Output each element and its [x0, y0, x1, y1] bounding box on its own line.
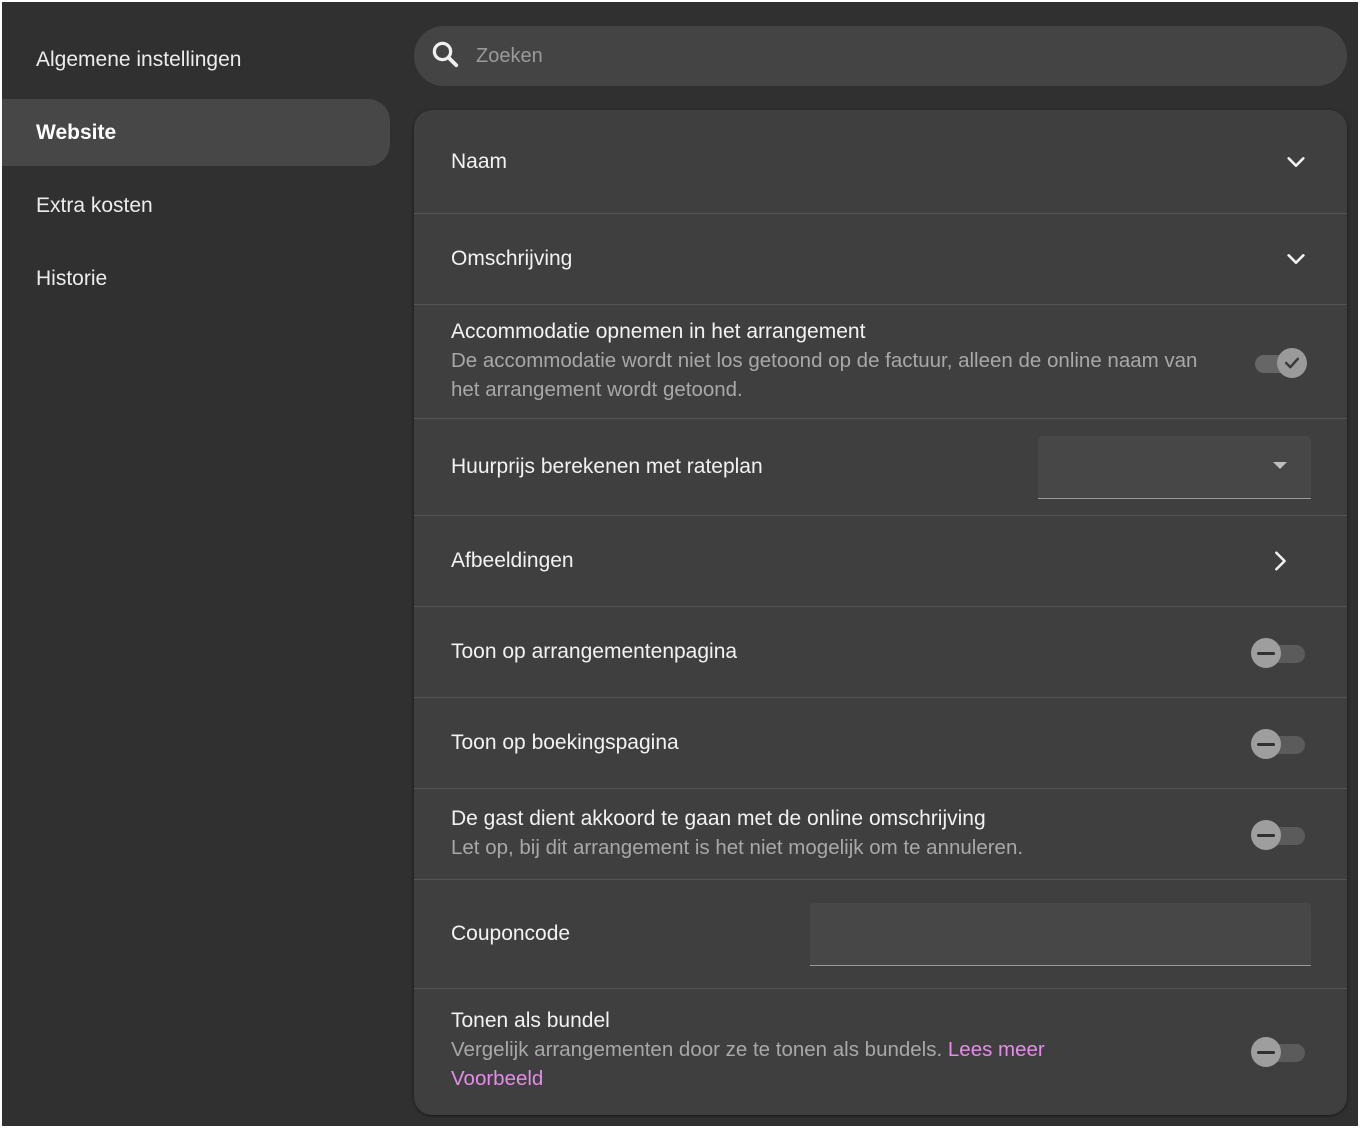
setting-omschrijving[interactable]: Omschrijving	[414, 214, 1347, 305]
sidebar-item-website[interactable]: Website	[2, 99, 390, 166]
rateplan-select[interactable]	[1038, 435, 1311, 499]
lees-meer-link[interactable]: Lees meer	[948, 1038, 1045, 1061]
sidebar-item-label: Historie	[36, 266, 108, 290]
setting-title: Naam	[451, 149, 508, 173]
setting-akkoord: De gast dient akkoord te gaan met de onl…	[414, 789, 1347, 880]
setting-text: Tonen als bundel Vergelijk arrangementen…	[451, 1009, 1045, 1093]
setting-huurprijs: Huurprijs berekenen met rateplan	[414, 419, 1347, 516]
app-window: Algemene instellingen Website Extra kost…	[2, 2, 1358, 1126]
setting-description: Vergelijk arrangementen door ze te tonen…	[451, 1035, 1045, 1093]
boekingspagina-toggle[interactable]	[1251, 728, 1307, 759]
minus-icon	[1257, 1050, 1275, 1054]
setting-accommodatie: Accommodatie opnemen in het arrangement …	[414, 305, 1347, 419]
setting-text: De gast dient akkoord te gaan met de onl…	[451, 807, 1023, 862]
setting-title: De gast dient akkoord te gaan met de onl…	[451, 806, 986, 830]
minus-icon	[1257, 742, 1275, 746]
chevron-right-icon[interactable]	[1269, 550, 1291, 572]
arrangementenpagina-toggle[interactable]	[1251, 637, 1307, 668]
setting-description: Let op, bij dit arrangement is het niet …	[451, 835, 1024, 859]
setting-bundel: Tonen als bundel Vergelijk arrangementen…	[414, 989, 1347, 1113]
search-bar	[414, 26, 1347, 86]
setting-naam[interactable]: Naam	[414, 110, 1347, 214]
chevron-down-icon[interactable]	[1285, 151, 1307, 173]
setting-couponcode: Couponcode	[414, 880, 1347, 989]
accommodatie-toggle[interactable]	[1251, 347, 1307, 378]
voorbeeld-link[interactable]: Voorbeeld	[451, 1067, 543, 1090]
bundel-description-text: Vergelijk arrangementen door ze te tonen…	[451, 1038, 943, 1061]
toggle-knob	[1251, 638, 1281, 668]
setting-title: Huurprijs berekenen met rateplan	[451, 455, 763, 478]
minus-icon	[1257, 651, 1275, 655]
setting-title: Omschrijving	[451, 247, 573, 270]
setting-boekingspagina: Toon op boekingspagina	[414, 698, 1347, 789]
bundel-toggle[interactable]	[1251, 1036, 1307, 1067]
check-icon	[1284, 357, 1300, 368]
toggle-knob	[1277, 347, 1307, 378]
sidebar: Algemene instellingen Website Extra kost…	[2, 26, 390, 318]
setting-afbeeldingen[interactable]: Afbeeldingen	[414, 516, 1347, 607]
akkoord-toggle[interactable]	[1251, 819, 1307, 850]
settings-card: Naam Omschrijving Accommodatie opnemen i…	[414, 110, 1347, 1115]
setting-title: Accommodatie opnemen in het arrangement	[451, 319, 866, 343]
sidebar-item-extra-kosten[interactable]: Extra kosten	[2, 172, 390, 239]
toggle-knob	[1251, 729, 1281, 759]
minus-icon	[1257, 833, 1275, 837]
search-input[interactable]	[476, 44, 1296, 68]
setting-title: Couponcode	[451, 922, 571, 945]
setting-text: Accommodatie opnemen in het arrangement …	[451, 320, 1211, 404]
setting-title: Tonen als bundel	[451, 1009, 610, 1032]
sidebar-item-label: Algemene instellingen	[36, 47, 242, 71]
setting-title: Toon op arrangementenpagina	[451, 640, 738, 663]
sidebar-item-label: Website	[36, 120, 117, 144]
setting-description: De accommodatie wordt niet los getoond o…	[451, 348, 1198, 401]
caret-down-icon	[1273, 461, 1287, 469]
setting-title: Toon op boekingspagina	[451, 731, 679, 754]
chevron-down-icon[interactable]	[1285, 248, 1307, 270]
sidebar-item-algemene-instellingen[interactable]: Algemene instellingen	[2, 26, 390, 93]
couponcode-input[interactable]	[810, 902, 1311, 966]
setting-arrangementenpagina: Toon op arrangementenpagina	[414, 607, 1347, 698]
setting-title: Afbeeldingen	[451, 549, 574, 572]
toggle-knob	[1251, 1037, 1281, 1067]
sidebar-item-historie[interactable]: Historie	[2, 245, 390, 312]
toggle-knob	[1251, 820, 1281, 850]
search-icon[interactable]	[430, 39, 460, 74]
sidebar-item-label: Extra kosten	[36, 193, 153, 217]
